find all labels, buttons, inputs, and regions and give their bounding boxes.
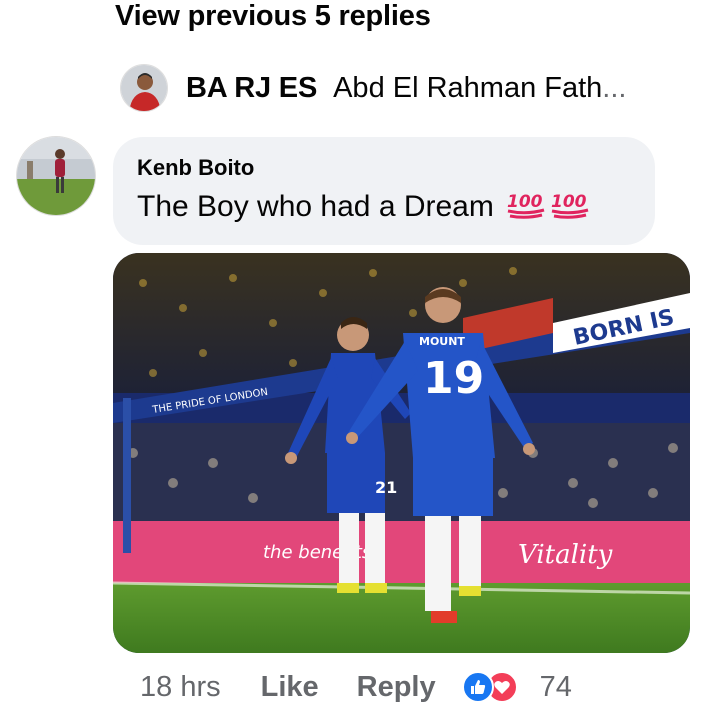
like-button[interactable]: Like [261, 671, 319, 704]
reply-text-content: Abd El Rahman Fath [333, 71, 603, 104]
view-previous-replies-link[interactable]: View previous 5 replies [115, 0, 431, 33]
last-reply-preview[interactable]: BA RJ ES Abd El Rahman Fath... [120, 62, 626, 114]
comment-photo[interactable]: BORN IS THE PRIDE OF LONDON the benefits… [113, 253, 690, 653]
back-jersey-number: 19 [423, 353, 484, 404]
svg-text:100: 100 [551, 192, 587, 212]
vitality-ad-text: Vitality [518, 540, 613, 570]
reaction-count: 74 [539, 670, 572, 703]
comment-bubble: Kenb Boito The Boy who had a Dream 100 1… [113, 137, 655, 245]
reactions-summary[interactable]: 74 [461, 670, 572, 704]
comment-author-name[interactable]: Kenb Boito [137, 155, 631, 181]
reply-text-preview: Abd El Rahman Fath... [333, 72, 626, 105]
svg-text:100: 100 [507, 192, 543, 212]
front-jersey-number: 21 [375, 478, 397, 497]
comment-actions: 18 hrs Like Reply 74 [140, 665, 572, 709]
comment-text-content: The Boy who had a Dream [137, 189, 494, 223]
comment-author-avatar[interactable] [16, 136, 96, 216]
back-jersey-name: MOUNT [419, 335, 465, 348]
football-celebration-photo: BORN IS THE PRIDE OF LONDON the benefits… [113, 253, 690, 653]
reply-author-avatar[interactable] [120, 64, 168, 112]
reply-author-name[interactable]: BA RJ ES [186, 72, 317, 105]
thumbs-up-icon [461, 671, 494, 703]
comment-timestamp[interactable]: 18 hrs [140, 671, 221, 704]
reply-ellipsis: ... [602, 71, 627, 104]
comment-text: The Boy who had a Dream 100 100 [137, 189, 631, 227]
hundred-points-icon: 100 [506, 189, 546, 227]
hundred-points-icon: 100 [550, 189, 590, 227]
reply-button[interactable]: Reply [357, 671, 436, 704]
